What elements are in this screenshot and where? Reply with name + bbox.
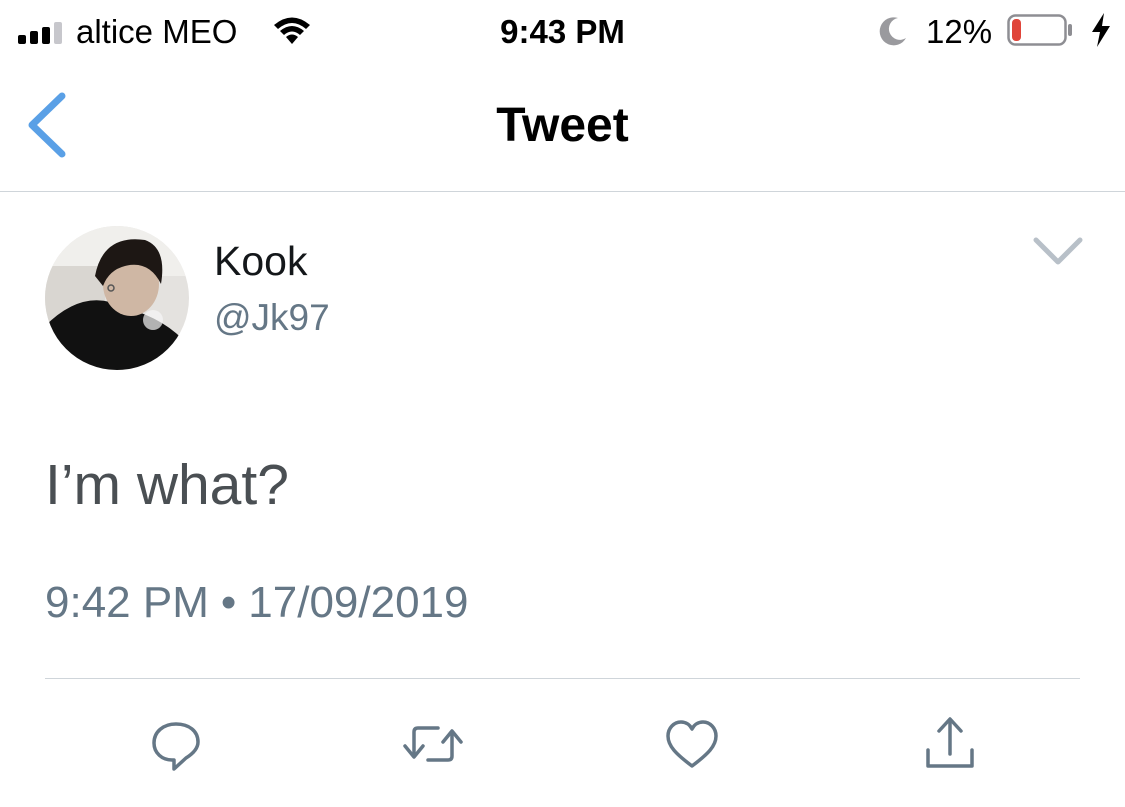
retweet-button[interactable] bbox=[400, 712, 466, 776]
tweet-time: 9:42 PM bbox=[45, 578, 209, 627]
avatar-photo bbox=[45, 226, 189, 370]
divider bbox=[45, 678, 1080, 679]
charging-bolt-icon bbox=[1092, 13, 1110, 47]
heart-icon bbox=[666, 720, 718, 768]
timestamp-separator: • bbox=[220, 578, 237, 627]
author-avatar[interactable] bbox=[45, 226, 189, 370]
share-button[interactable] bbox=[920, 712, 980, 776]
share-icon bbox=[926, 717, 974, 768]
tweet-timestamp: 9:42 PM • 17/09/2019 bbox=[45, 575, 469, 631]
reply-button[interactable] bbox=[146, 712, 206, 776]
navigation-bar: Tweet bbox=[0, 64, 1125, 192]
retweet-icon bbox=[403, 726, 463, 762]
reply-icon bbox=[152, 722, 200, 771]
author-handle[interactable]: @Jk97 bbox=[214, 295, 330, 341]
tweet-date: 17/09/2019 bbox=[248, 578, 469, 627]
tweet-text: I’m what? bbox=[45, 453, 289, 517]
battery-percentage: 12% bbox=[926, 13, 993, 50]
do-not-disturb-moon-icon bbox=[879, 17, 906, 46]
battery-icon bbox=[1007, 14, 1072, 46]
chevron-down-icon[interactable] bbox=[1030, 232, 1086, 272]
page-title: Tweet bbox=[496, 99, 629, 152]
like-button[interactable] bbox=[662, 712, 722, 776]
author-name[interactable]: Kook bbox=[214, 236, 307, 286]
status-bar: altice MEO 9:43 PM 12% bbox=[0, 0, 1125, 64]
